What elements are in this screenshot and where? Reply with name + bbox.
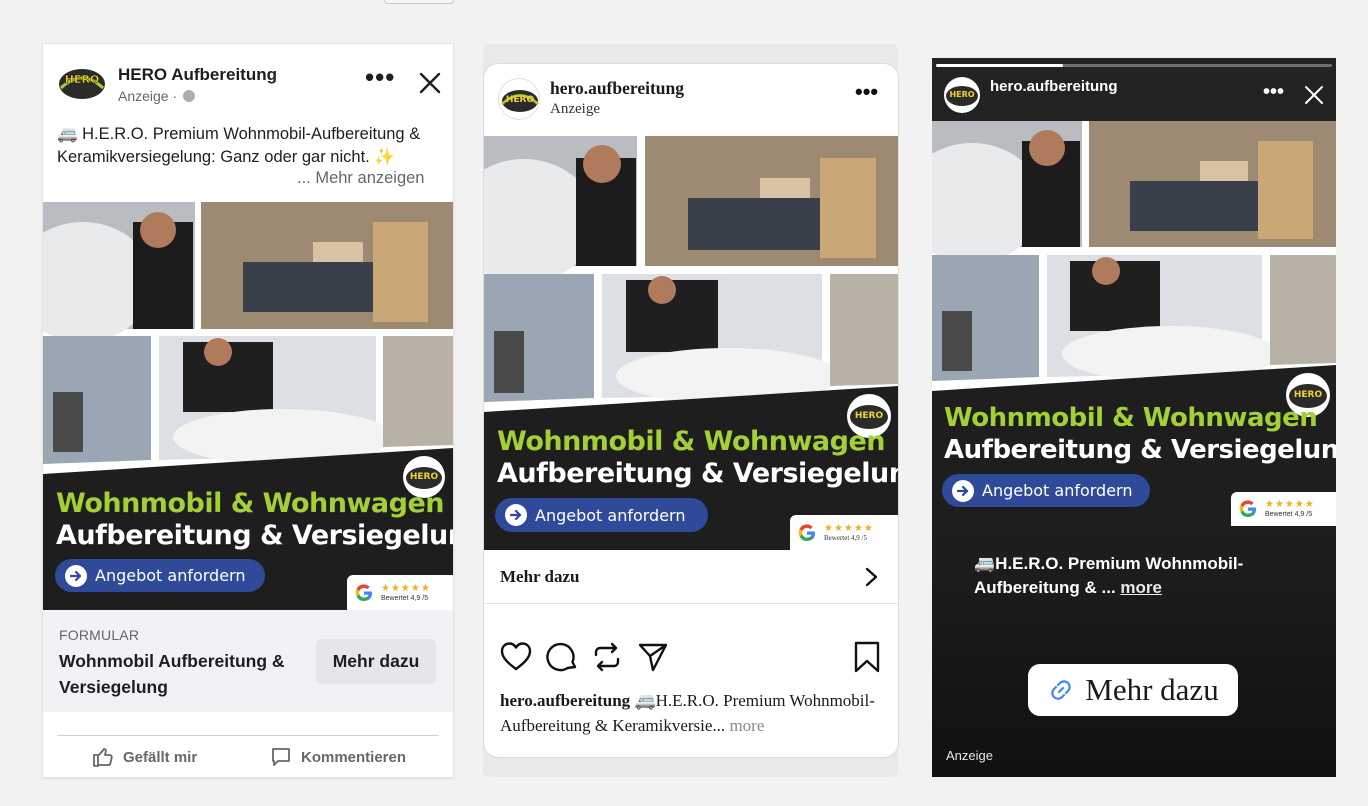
creative-cta-pill: Angebot anfordern — [942, 474, 1150, 507]
svg-text:HERO: HERO — [506, 95, 535, 105]
rating-text: Bewertet 4,9 /5 — [1265, 511, 1313, 518]
hero-logo-icon: HERO — [501, 90, 539, 112]
globe-icon — [183, 90, 196, 102]
share-icon[interactable] — [636, 640, 670, 674]
sponsored-label: Anzeige — [550, 101, 600, 117]
creative-cta-pill: Angebot anfordern — [55, 559, 265, 592]
see-more-link[interactable]: ... Mehr anzeigen — [297, 169, 425, 188]
divider — [57, 735, 439, 736]
creative-headline-green: Wohnmobil & Wohnwagen — [497, 426, 886, 457]
learn-more-bar[interactable]: Mehr dazu — [484, 550, 898, 604]
link-icon — [1051, 680, 1072, 700]
creative-photo-collage — [932, 121, 1336, 526]
creative-cta-label: Angebot anfordern — [982, 481, 1133, 500]
creative-cta-label: Angebot anfordern — [95, 566, 246, 585]
sponsored-label: Anzeige — [946, 748, 993, 763]
comment-icon — [272, 748, 290, 766]
story-caption: 🚐H.E.R.O. Premium Wohnmobil-Aufbereitung… — [974, 552, 1314, 600]
story-link-label: Mehr dazu — [1085, 672, 1219, 707]
svg-text:HERO: HERO — [855, 411, 884, 421]
heart-icon[interactable] — [499, 640, 533, 674]
facebook-ad-preview: HERO HERO Aufbereitung Anzeige · ••• 🚐 H… — [43, 44, 453, 777]
page-avatar[interactable]: HERO — [57, 58, 107, 108]
rating-stars: ★★★★★ — [1265, 499, 1315, 510]
instagram-feed-ad-preview: HERO hero.aufbereitung Anzeige ••• HERO … — [484, 64, 898, 757]
svg-text:HERO: HERO — [1294, 390, 1323, 400]
bookmark-icon[interactable] — [850, 640, 884, 674]
instagram-story-ad-preview: HERO hero.aufbereitung ••• HERO Wohnmobi… — [932, 58, 1336, 777]
chevron-right-icon — [865, 567, 878, 587]
svg-text:HERO: HERO — [65, 73, 100, 86]
comment-button[interactable]: Kommentieren — [269, 742, 406, 772]
creative-headline-green: Wohnmobil & Wohnwagen — [56, 488, 445, 519]
arrow-right-icon — [505, 504, 527, 526]
lead-form-footer: FORMULAR Wohnmobil Aufbereitung & Versie… — [43, 610, 453, 712]
story-link-sticker[interactable]: Mehr dazu — [1028, 664, 1238, 716]
google-rating-badge: ★★★★★ Bewertet 4,9 /5 — [1231, 492, 1336, 526]
creative-headline-white: Aufbereitung & Versiegelung — [56, 520, 453, 551]
close-icon[interactable] — [417, 70, 443, 96]
ad-creative[interactable]: HERO Wohnmobil & Wohnwagen Aufbereitung … — [932, 121, 1336, 526]
page-name[interactable]: HERO Aufbereitung — [118, 65, 277, 85]
story-caption-text: 🚐H.E.R.O. Premium Wohnmobil-Aufbereitung… — [974, 554, 1244, 597]
svg-text:HERO: HERO — [949, 90, 974, 99]
profile-username[interactable]: hero.aufbereitung — [550, 78, 684, 99]
story-progress-bar — [936, 64, 1332, 67]
profile-avatar[interactable]: HERO — [944, 77, 980, 113]
google-icon — [798, 523, 815, 541]
creative-cta-label: Angebot anfordern — [535, 505, 686, 525]
more-options-icon[interactable]: ••• — [365, 64, 401, 96]
story-caption-more-link[interactable]: more — [1120, 578, 1162, 597]
caption-username[interactable]: hero.aufbereitung — [500, 691, 630, 710]
form-label: FORMULAR — [59, 627, 140, 643]
learn-more-button[interactable]: Mehr dazu — [316, 639, 436, 684]
rating-stars: ★★★★★ — [381, 582, 431, 594]
google-rating-badge: ★★★★★ Bewertet 4,9 /5 — [790, 515, 898, 550]
rating-text: Bewertet 4,9 /5 — [824, 533, 867, 542]
arrow-right-icon — [952, 479, 974, 502]
google-rating-badge: ★★★★★ Bewertet 4,9 /5 — [347, 575, 453, 610]
repost-icon[interactable] — [590, 640, 624, 674]
thumbs-up-icon — [93, 748, 113, 767]
profile-avatar[interactable]: HERO — [498, 78, 540, 120]
profile-username[interactable]: hero.aufbereitung — [990, 78, 1118, 95]
creative-cta-pill: Angebot anfordern — [495, 498, 708, 532]
more-options-icon[interactable]: ••• — [1263, 82, 1284, 102]
post-caption: hero.aufbereitung 🚐H.E.R.O. Premium Wohn… — [500, 688, 884, 738]
top-tab[interactable] — [384, 0, 454, 4]
google-icon — [1239, 500, 1256, 518]
hero-logo-icon: HERO — [946, 86, 978, 106]
sponsored-text: Anzeige · — [118, 88, 178, 104]
learn-more-label: Mehr dazu — [500, 567, 580, 586]
like-label: Gefällt mir — [123, 748, 198, 766]
comment-label: Kommentieren — [301, 748, 407, 766]
hero-logo-icon: HERO — [59, 69, 105, 99]
rating-stars: ★★★★★ — [824, 522, 874, 534]
like-button[interactable]: Gefällt mir — [91, 742, 197, 772]
creative-headline-green: Wohnmobil & Wohnwagen — [944, 403, 1318, 433]
caption-more-link[interactable]: more — [729, 716, 764, 735]
ad-creative[interactable]: HERO Wohnmobil & Wohnwagen Aufbereitung … — [43, 202, 453, 610]
arrow-right-icon — [65, 564, 87, 587]
story-progress-fill — [936, 64, 1063, 67]
rating-text: Bewertet 4,9 /5 — [381, 594, 429, 602]
svg-text:HERO: HERO — [410, 472, 439, 482]
post-text: 🚐 H.E.R.O. Premium Wohnmobil-Aufbereitun… — [57, 125, 421, 166]
more-options-icon[interactable]: ••• — [855, 81, 878, 103]
ad-creative[interactable]: HERO Wohnmobil & Wohnwagen Aufbereitung … — [484, 136, 898, 550]
creative-headline-white: Aufbereitung & Versiegelung — [944, 435, 1336, 465]
form-title: Wohnmobil Aufbereitung & Versiegelung — [59, 651, 285, 697]
sponsored-label: Anzeige · — [118, 88, 196, 104]
comment-icon[interactable] — [545, 640, 579, 674]
google-icon — [355, 583, 372, 601]
creative-headline-white: Aufbereitung & Versiegelung — [497, 458, 898, 489]
close-icon[interactable] — [1304, 85, 1324, 105]
